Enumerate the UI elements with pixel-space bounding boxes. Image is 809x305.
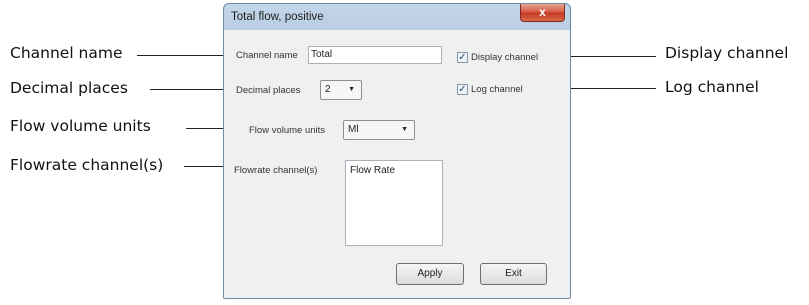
channel-name-label: Channel name [236,50,298,61]
title-bar[interactable]: Total flow, positive x [224,4,570,30]
channel-name-input[interactable]: Total [308,46,442,64]
dialog-title: Total flow, positive [231,11,324,23]
chevron-down-icon: ▼ [401,126,408,133]
flow-volume-units-label: Flow volume units [249,125,326,136]
apply-button[interactable]: Apply [396,263,464,285]
flowrate-channels-listbox[interactable]: Flow Rate [345,160,443,246]
list-item[interactable]: Flow Rate [350,165,395,176]
chevron-down-icon: ▼ [348,86,355,93]
callout-log-channel: Log channel [665,78,759,96]
decimal-places-label: Decimal places [236,85,301,96]
decimal-places-dropdown[interactable]: 2 ▼ [320,80,362,100]
callout-display-channel: Display channel [665,44,789,62]
log-channel-checkbox[interactable]: ✓ [457,84,468,95]
callout-decimal-places: Decimal places [10,79,128,97]
flowrate-channels-label: Flowrate channel(s) [234,165,318,176]
check-icon: ✓ [458,84,467,95]
callout-channel-name: Channel name [10,44,123,62]
leader-line-decimal-places [150,89,230,90]
flow-volume-units-dropdown[interactable]: Ml ▼ [343,120,415,140]
channel-name-value: Total [311,49,333,60]
callout-flowrate-channels: Flowrate channel(s) [10,156,164,174]
leader-line-channel-name [137,55,232,56]
leader-line-display-channel [563,56,656,57]
close-icon: x [539,5,546,19]
display-channel-label: Display channel [471,52,539,63]
callout-flow-volume-units: Flow volume units [10,117,151,135]
close-button[interactable]: x [520,4,565,22]
flow-volume-units-value: Ml [348,124,359,135]
display-channel-checkbox[interactable]: ✓ [457,52,468,63]
check-icon: ✓ [458,52,467,63]
dialog-window: Total flow, positive x Channel name Tota… [223,3,571,299]
decimal-places-value: 2 [325,84,331,95]
log-channel-label: Log channel [471,84,523,95]
exit-button[interactable]: Exit [480,263,547,285]
dialog-client-area: Channel name Total ✓ Display channel Dec… [230,30,564,292]
